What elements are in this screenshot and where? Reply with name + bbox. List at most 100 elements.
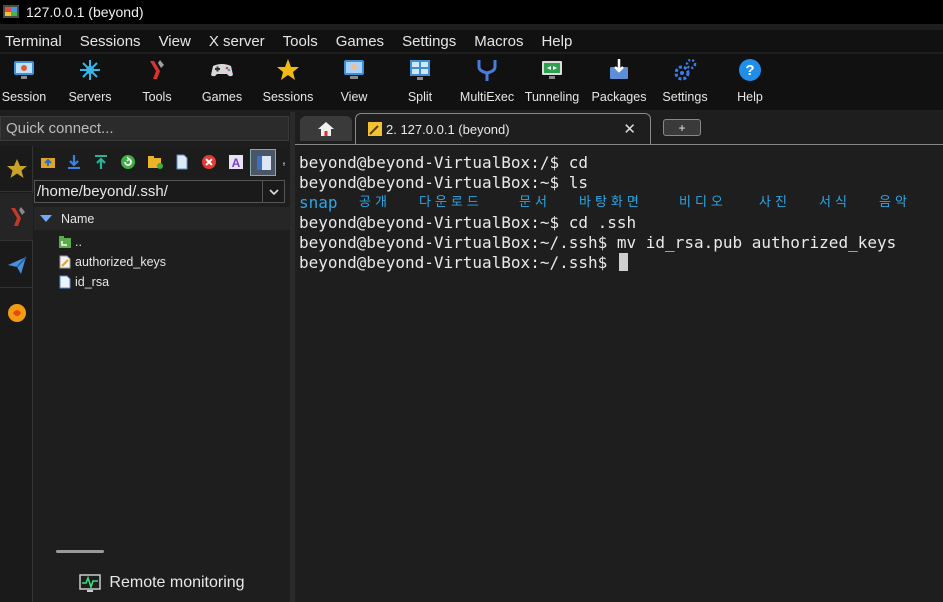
terminal-line: beyond@beyond-VirtualBox:~/.ssh$ mv id_r… — [299, 233, 897, 252]
side-tab-strip — [0, 146, 33, 602]
close-icon[interactable]: ✕ — [623, 120, 636, 138]
help-icon: ? — [739, 59, 761, 81]
new-folder-icon[interactable] — [147, 154, 163, 170]
menu-terminal[interactable]: Terminal — [0, 33, 71, 50]
delete-icon[interactable] — [201, 154, 217, 170]
packages-icon — [610, 59, 628, 79]
ls-entry: 바탕화면 — [579, 195, 643, 210]
tunneling-icon — [542, 61, 562, 79]
ls-entry: 서식 — [819, 195, 851, 210]
terminal-line: beyond@beyond-VirtualBox:~$ ls — [299, 173, 588, 192]
menu-tools[interactable]: Tools — [274, 33, 327, 50]
star-icon — [277, 59, 299, 80]
settings-button[interactable]: Settings — [660, 54, 710, 110]
window-title: 127.0.0.1 (beyond) — [26, 4, 144, 20]
terminal-output[interactable]: beyond@beyond-VirtualBox:/$ cd beyond@be… — [295, 144, 943, 602]
parent-dir-icon[interactable] — [40, 154, 56, 170]
paper-plane-icon — [7, 255, 27, 274]
ls-output-line: snap 공개 다운로드 문서 바탕화면 비디오 사진 서식 음악 — [299, 193, 943, 213]
list-item[interactable]: id_rsa — [34, 272, 290, 292]
upload-icon[interactable] — [93, 154, 109, 170]
session-button[interactable]: Session — [2, 54, 46, 110]
terminal-prompt: beyond@beyond-VirtualBox:~/.ssh$ — [299, 253, 617, 272]
menu-macros[interactable]: Macros — [465, 33, 532, 50]
ls-entry: 문서 — [519, 195, 551, 210]
remote-monitoring-button[interactable]: Remote monitoring — [34, 566, 290, 600]
ls-entry: 다운로드 — [419, 195, 483, 210]
menu-games[interactable]: Games — [327, 33, 393, 50]
multiexec-button[interactable]: MultiExec — [458, 54, 516, 110]
gears-icon — [674, 58, 697, 81]
terminal-prompt-line: beyond@beyond-VirtualBox:~/.ssh$ — [299, 253, 943, 273]
ls-entry: 음악 — [879, 195, 911, 210]
help-button[interactable]: ? Help — [734, 54, 766, 110]
star-icon — [6, 158, 27, 178]
text-cursor — [618, 253, 628, 271]
packages-button[interactable]: Packages — [590, 54, 648, 110]
column-header-name: Name — [61, 211, 95, 226]
sidetab-sftp[interactable] — [0, 242, 33, 288]
list-item[interactable]: authorized_keys — [34, 252, 290, 272]
menu-bar: Terminal Sessions View X server Tools Ga… — [0, 30, 943, 52]
terminal-line: beyond@beyond-VirtualBox:/$ cd — [299, 153, 588, 172]
download-icon[interactable] — [66, 154, 82, 170]
toggle-view-button[interactable] — [250, 149, 276, 176]
home-icon — [318, 121, 334, 136]
servers-button[interactable]: Servers — [66, 54, 114, 110]
text-file-icon — [59, 255, 71, 269]
rename-icon[interactable]: A — [228, 154, 244, 170]
session-monitor-icon — [14, 61, 34, 79]
menu-sessions[interactable]: Sessions — [71, 33, 150, 50]
tools-button[interactable]: Tools — [136, 54, 178, 110]
home-tab[interactable] — [300, 116, 352, 141]
mobaxterm-logo-icon — [3, 5, 19, 18]
menu-view[interactable]: View — [150, 33, 200, 50]
list-item[interactable]: .. — [34, 232, 290, 252]
ls-entry: 공개 — [359, 195, 391, 210]
more-icon[interactable]: , — [282, 151, 286, 167]
multiexec-icon — [477, 60, 497, 81]
games-button[interactable]: Games — [200, 54, 244, 110]
menu-x-server[interactable]: X server — [200, 33, 274, 50]
chevron-down-icon[interactable] — [262, 181, 284, 202]
file-list-header[interactable]: Name — [34, 207, 290, 230]
svg-text:?: ? — [745, 62, 754, 79]
panel-resize-handle[interactable] — [56, 550, 104, 553]
file-list: .. authorized_keys id_rsa — [34, 232, 290, 292]
tab-bar: 2. 127.0.0.1 (beyond) ✕ + — [295, 112, 943, 144]
sort-descending-icon — [40, 215, 52, 222]
tools-icon — [150, 60, 164, 79]
new-file-icon[interactable] — [174, 154, 190, 170]
parent-folder-icon — [59, 236, 71, 248]
sftp-path-combobox[interactable]: /home/beyond/.ssh/ — [34, 180, 285, 203]
tab-session-2[interactable]: 2. 127.0.0.1 (beyond) ✕ — [355, 113, 651, 144]
sidetab-tools[interactable] — [0, 193, 33, 241]
sftp-toolbar: A , — [34, 147, 290, 178]
sessions-button[interactable]: Sessions — [262, 54, 314, 110]
monitoring-chart-icon — [79, 574, 102, 592]
view-button[interactable]: View — [336, 54, 372, 110]
refresh-icon[interactable] — [120, 154, 136, 170]
svg-text:A: A — [232, 156, 241, 170]
ls-entry: 사진 — [759, 195, 791, 210]
tools-icon — [10, 206, 25, 226]
sidetab-macros[interactable] — [0, 298, 33, 328]
menu-settings[interactable]: Settings — [393, 33, 465, 50]
quick-connect-input[interactable] — [1, 117, 288, 140]
menu-help[interactable]: Help — [532, 33, 581, 50]
servers-icon — [80, 60, 100, 80]
split-icon — [410, 60, 430, 80]
title-bar: 127.0.0.1 (beyond) — [0, 0, 943, 24]
file-icon — [59, 275, 71, 289]
new-tab-button[interactable]: + — [663, 119, 701, 136]
tunneling-button[interactable]: Tunneling — [522, 54, 582, 110]
sftp-path-value: /home/beyond/.ssh/ — [37, 183, 168, 200]
main-toolbar: Session Servers Tools Games Sessions Vie… — [0, 54, 943, 110]
terminal-line: beyond@beyond-VirtualBox:~$ cd .ssh — [299, 213, 637, 232]
macro-orange-icon — [7, 304, 26, 322]
ls-entry: snap — [299, 193, 338, 212]
quick-connect-box — [0, 116, 289, 141]
sidetab-sessions[interactable] — [0, 146, 33, 192]
split-button[interactable]: Split — [404, 54, 436, 110]
sidebar-panel-icon — [257, 156, 271, 170]
